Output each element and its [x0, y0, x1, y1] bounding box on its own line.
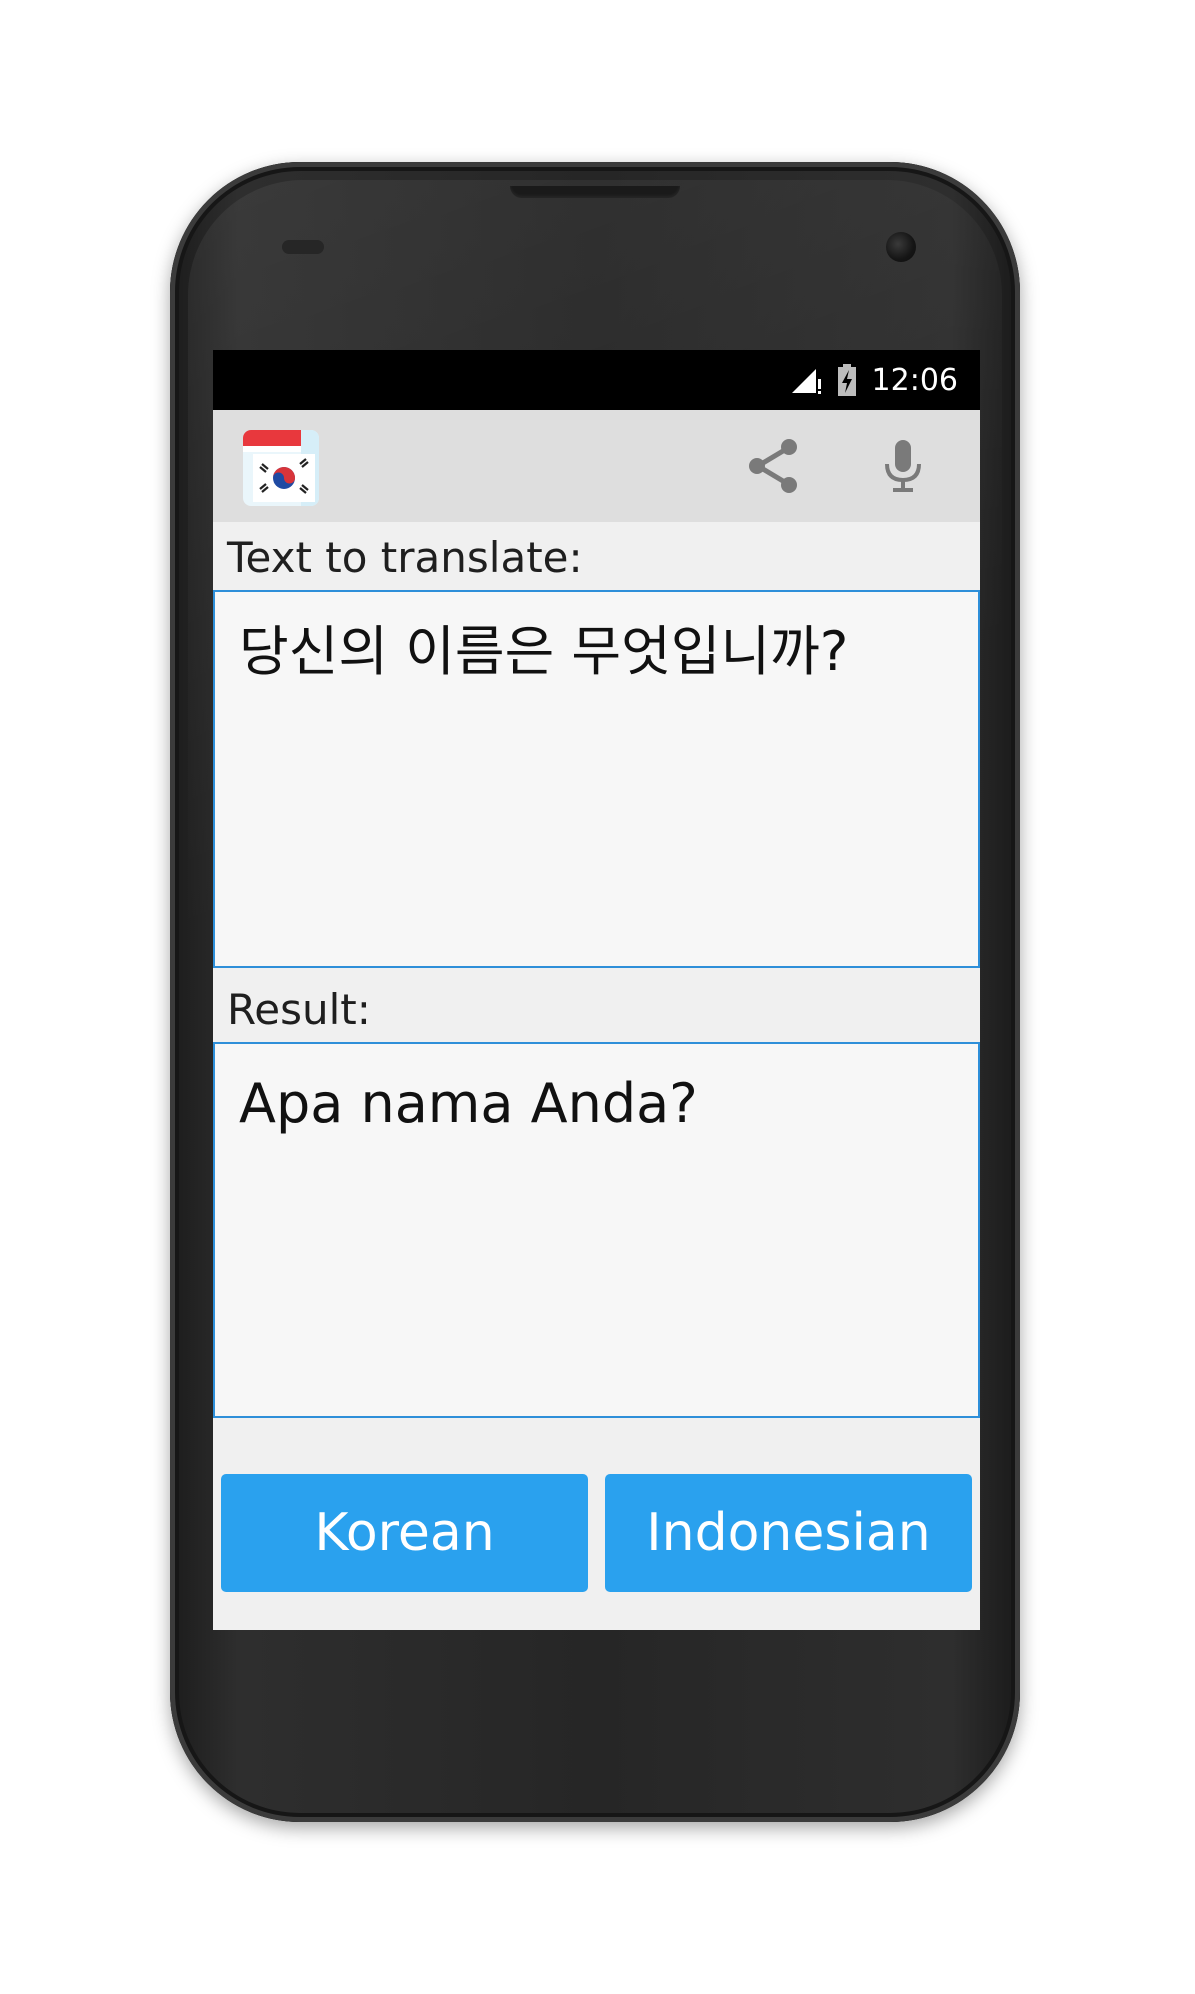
- proximity-sensor: [282, 240, 324, 254]
- source-language-button[interactable]: Korean: [221, 1474, 588, 1592]
- result-text: Apa nama Anda?: [239, 1072, 698, 1135]
- signal-icon: [791, 369, 821, 394]
- result-output[interactable]: Apa nama Anda?: [213, 1042, 980, 1418]
- earpiece-speaker: [510, 186, 680, 198]
- korean-flag-app-icon[interactable]: [243, 430, 319, 506]
- screen: 12:06 Text to translate: 당신의 이름은 무엇입니까? …: [213, 350, 980, 1630]
- microphone-icon: [885, 440, 921, 492]
- app-bar: [213, 410, 980, 522]
- status-time: 12:06: [871, 362, 958, 398]
- front-camera: [886, 232, 916, 262]
- share-icon: [749, 439, 797, 493]
- language-selector-row: Korean Indonesian: [221, 1474, 972, 1592]
- result-label: Result:: [227, 985, 371, 1034]
- microphone-button[interactable]: [873, 436, 933, 496]
- battery-charging-icon: [837, 364, 856, 396]
- share-button[interactable]: [743, 436, 803, 496]
- text-to-translate-input[interactable]: 당신의 이름은 무엇입니까?: [213, 590, 980, 968]
- input-text: 당신의 이름은 무엇입니까?: [239, 620, 849, 683]
- status-bar: 12:06: [213, 350, 980, 410]
- input-label: Text to translate:: [227, 533, 583, 582]
- target-language-button[interactable]: Indonesian: [605, 1474, 972, 1592]
